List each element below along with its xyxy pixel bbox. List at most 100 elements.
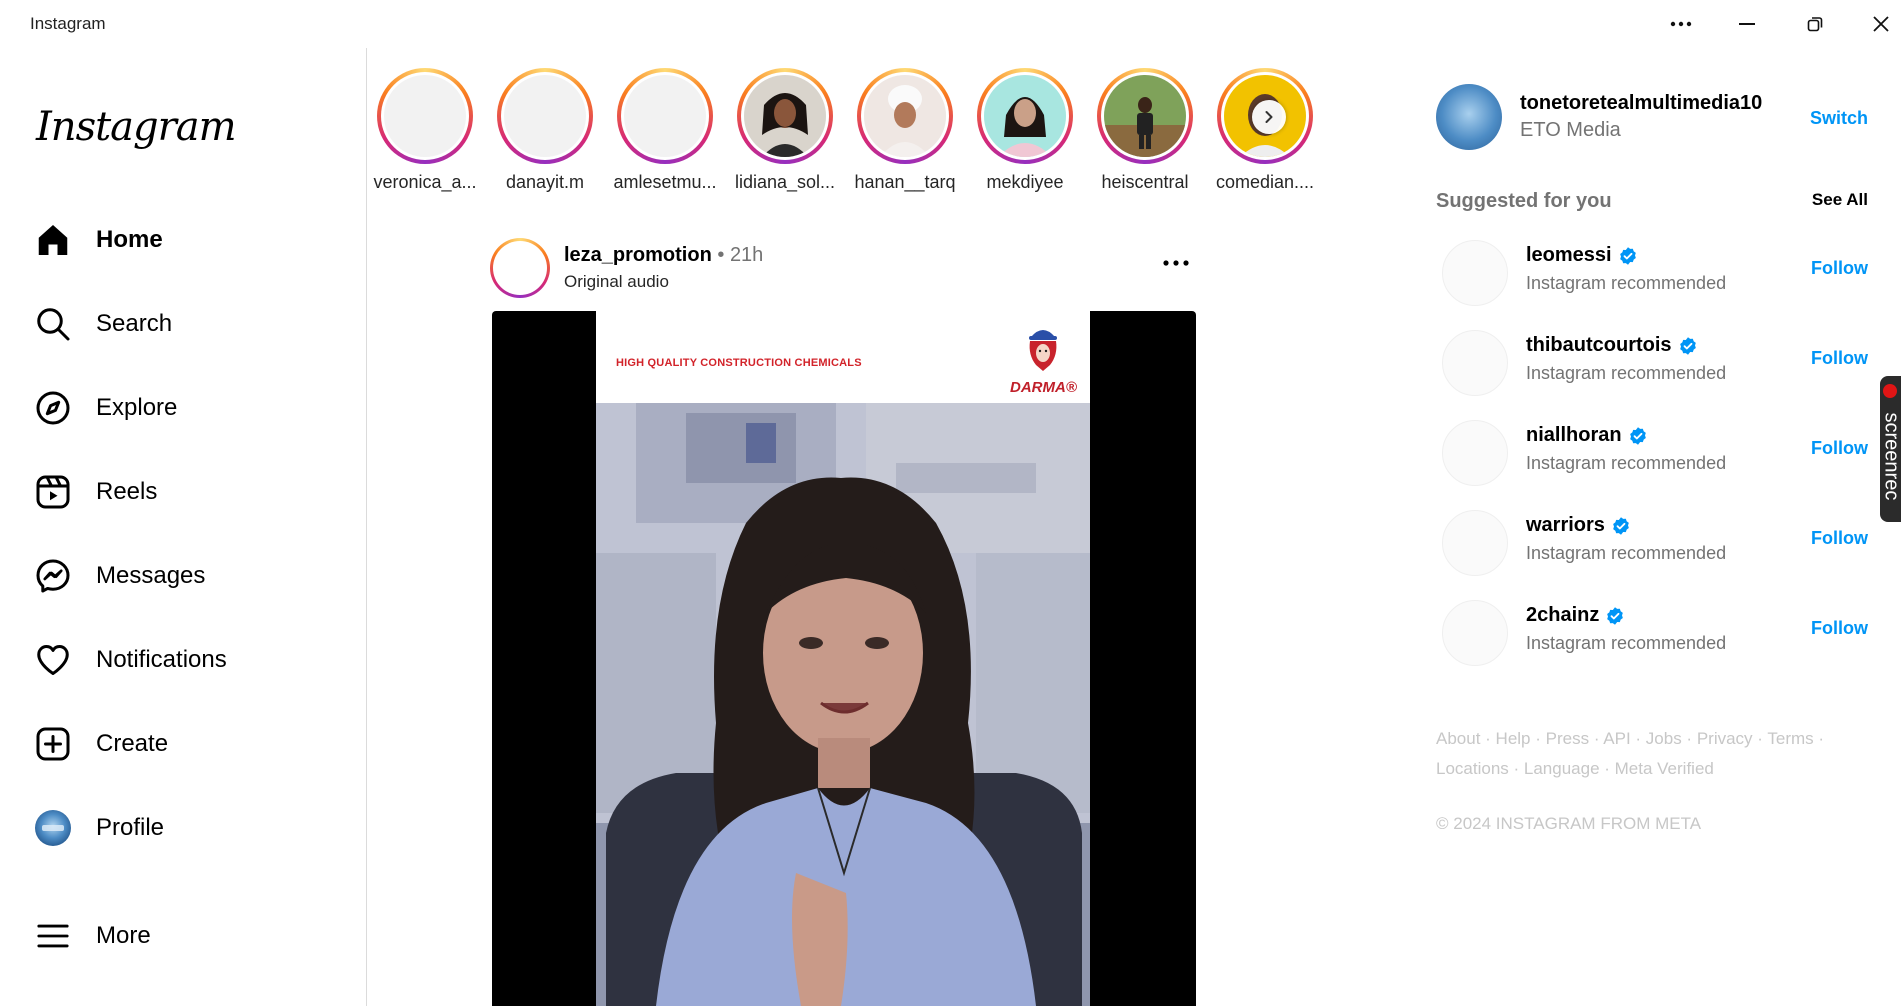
compass-icon (30, 385, 76, 431)
verified-badge-icon (1628, 426, 1648, 446)
suggestion-avatar[interactable] (1442, 510, 1508, 576)
restore-icon[interactable] (1800, 10, 1830, 38)
video-banner: HIGH QUALITY CONSTRUCTION CHEMICALS DARM… (596, 311, 1090, 403)
close-icon[interactable] (1866, 10, 1896, 38)
footer-link-help[interactable]: Help (1496, 729, 1531, 748)
sidebar-item-home[interactable]: Home (30, 210, 330, 270)
story-item[interactable]: lidiana_sol... (730, 68, 840, 193)
record-icon (1883, 384, 1897, 398)
footer-link-terms[interactable]: Terms (1767, 729, 1813, 748)
suggestion-reason: Instagram recommended (1526, 273, 1727, 293)
suggestion-username-link[interactable]: 2chainz (1526, 604, 1625, 627)
more-icon (1163, 260, 1189, 266)
suggestion-username-link[interactable]: warriors (1526, 514, 1631, 537)
reels-icon (30, 469, 76, 515)
story-username: amlesetmu... (613, 172, 717, 192)
verified-badge-icon (1618, 246, 1638, 266)
suggestion-username-link[interactable]: leomessi (1526, 244, 1638, 267)
suggestion-row: warriors Instagram recommended Follow (1436, 508, 1868, 578)
sidebar-item-explore[interactable]: Explore (30, 378, 330, 438)
suggestion-reason: Instagram recommended (1526, 453, 1727, 473)
follow-button[interactable]: Follow (1811, 528, 1868, 549)
minimize-icon[interactable] (1732, 10, 1762, 38)
story-username: heiscentral (1101, 172, 1189, 192)
story-avatar (1104, 75, 1186, 157)
suggestion-avatar[interactable] (1442, 240, 1508, 306)
suggestions-heading: Suggested for you (1436, 190, 1612, 212)
see-all-button[interactable]: See All (1812, 190, 1868, 210)
sidebar-item-notifications[interactable]: Notifications (30, 630, 330, 690)
footer-link-privacy[interactable]: Privacy (1697, 729, 1753, 748)
sidebar-item-more[interactable]: More (30, 906, 330, 966)
story-item[interactable]: mekdiyee (970, 68, 1080, 193)
screenrec-widget[interactable]: screenrec (1880, 376, 1901, 522)
follow-button[interactable]: Follow (1811, 258, 1868, 279)
banner-brand: DARMA® (1010, 379, 1077, 396)
suggestion-username-link[interactable]: niallhoran (1526, 424, 1648, 447)
sidebar-item-label: Home (96, 226, 163, 253)
post-audio-link[interactable]: Original audio (564, 272, 669, 292)
heart-icon (30, 637, 76, 683)
footer-link-jobs[interactable]: Jobs (1646, 729, 1682, 748)
post-video[interactable]: HIGH QUALITY CONSTRUCTION CHEMICALS DARM… (492, 311, 1196, 1006)
story-username: danayit.m (505, 172, 585, 192)
suggestion-avatar[interactable] (1442, 600, 1508, 666)
follow-button[interactable]: Follow (1811, 438, 1868, 459)
sidebar: Instagram Home Search Explore Reels Mess… (0, 48, 367, 1006)
follow-button[interactable]: Follow (1811, 348, 1868, 369)
footer-links: About · Help · Press · API · Jobs · Priv… (1436, 729, 1825, 778)
footer-link-meta-verified[interactable]: Meta Verified (1615, 759, 1714, 778)
post-username[interactable]: leza_promotion (564, 244, 712, 266)
video-frame: HIGH QUALITY CONSTRUCTION CHEMICALS DARM… (596, 311, 1090, 1006)
sidebar-item-search[interactable]: Search (30, 294, 330, 354)
story-item[interactable]: danayit.m (490, 68, 600, 193)
video-scene (596, 403, 1090, 1006)
sidebar-item-label: Explore (96, 394, 178, 421)
verified-badge-icon (1678, 336, 1698, 356)
footer-link-language[interactable]: Language (1524, 759, 1600, 778)
post-author-avatar[interactable] (490, 238, 550, 298)
sidebar-item-profile[interactable]: Profile (30, 798, 330, 858)
story-item[interactable]: amlesetmu... (610, 68, 720, 193)
more-icon[interactable] (1666, 10, 1696, 38)
sidebar-item-create[interactable]: Create (30, 714, 330, 774)
footer-link-press[interactable]: Press (1546, 729, 1589, 748)
current-user-avatar[interactable] (1436, 84, 1502, 150)
title-bar: Instagram (0, 0, 1901, 48)
suggestion-row: niallhoran Instagram recommended Follow (1436, 418, 1868, 488)
switch-account-button[interactable]: Switch (1810, 108, 1868, 129)
story-username: veronica_a... (373, 172, 477, 192)
instagram-logo[interactable]: Instagram (36, 104, 237, 150)
suggestion-avatar[interactable] (1442, 330, 1508, 396)
search-icon (30, 301, 76, 347)
follow-button[interactable]: Follow (1811, 618, 1868, 639)
suggestion-reason: Instagram recommended (1526, 363, 1727, 383)
story-avatar (744, 75, 826, 157)
sidebar-item-label: More (96, 922, 151, 949)
story-item[interactable]: hanan__tarq (850, 68, 960, 193)
suggestion-username-link[interactable]: thibautcourtois (1526, 334, 1698, 357)
suggestion-username: thibautcourtois (1526, 334, 1672, 356)
sidebar-item-label: Messages (96, 562, 206, 589)
sidebar-item-messages[interactable]: Messages (30, 546, 330, 606)
suggestion-row: leomessi Instagram recommended Follow (1436, 238, 1868, 308)
post-header: leza_promotion • 21h Original audio (490, 238, 1196, 298)
sidebar-item-label: Profile (96, 814, 165, 841)
suggestion-avatar[interactable] (1442, 420, 1508, 486)
stories-next-button[interactable] (1252, 100, 1286, 134)
suggestion-row: 2chainz Instagram recommended Follow (1436, 598, 1868, 668)
story-avatar (504, 75, 586, 157)
story-avatar (624, 75, 706, 157)
story-item[interactable]: heiscentral (1090, 68, 1200, 193)
sidebar-item-reels[interactable]: Reels (30, 462, 330, 522)
post-options-button[interactable] (1156, 248, 1196, 278)
footer-link-locations[interactable]: Locations (1436, 759, 1509, 778)
post-separator: • (717, 244, 725, 266)
footer-link-about[interactable]: About (1436, 729, 1480, 748)
current-username[interactable]: tonetoretealmultimedia10 (1520, 92, 1762, 115)
footer-link-api[interactable]: API (1603, 729, 1630, 748)
post-time[interactable]: 21h (730, 244, 763, 266)
stories-tray: veronica_a... danayit.m amlesetmu... lid… (370, 68, 1320, 198)
lion-logo-icon (1029, 330, 1057, 371)
story-item[interactable]: veronica_a... (370, 68, 480, 193)
